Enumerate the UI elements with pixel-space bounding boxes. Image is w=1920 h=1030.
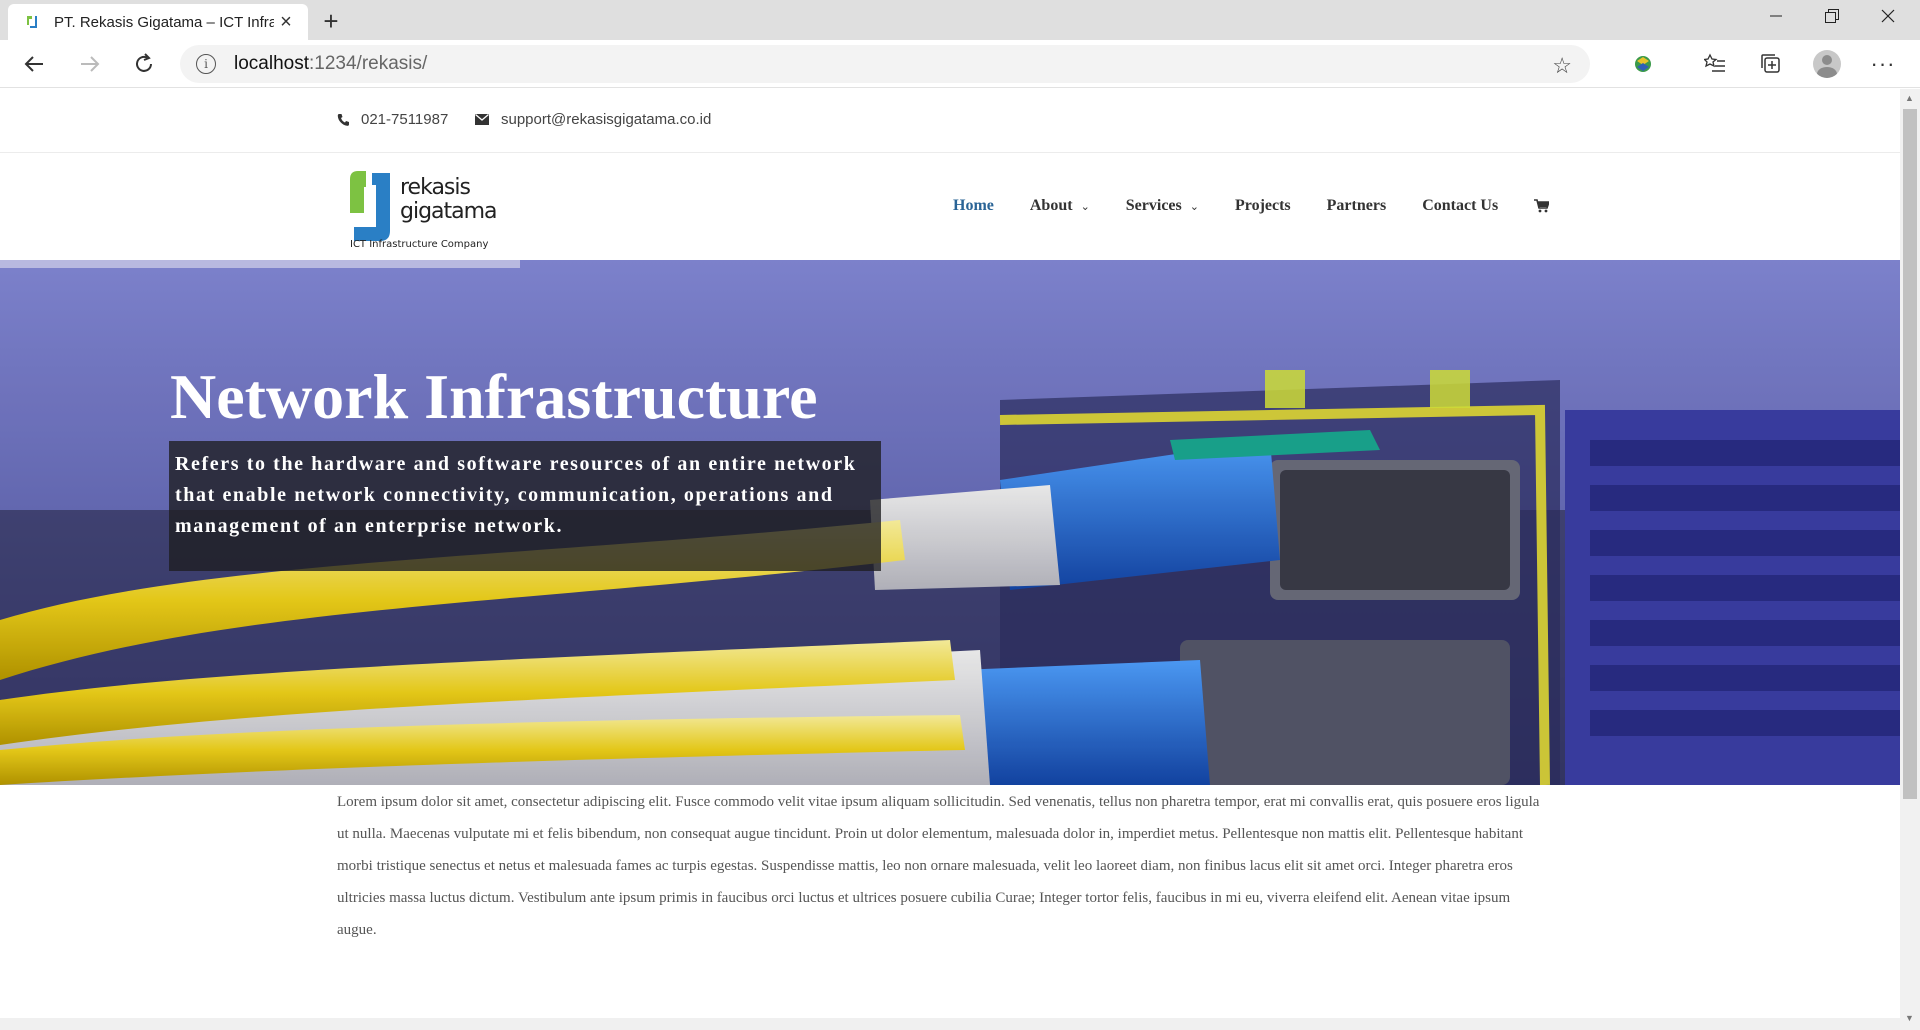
- content-paragraph: Lorem ipsum dolor sit amet, consectetur …: [337, 794, 1540, 938]
- nav-label: Home: [953, 197, 994, 214]
- chevron-down-icon: ⌄: [1080, 199, 1090, 213]
- hero-caption-box: Refers to the hardware and software reso…: [169, 441, 881, 571]
- phone-number: 021-7511987: [361, 111, 449, 128]
- reload-icon[interactable]: [126, 46, 162, 82]
- envelope-icon: [475, 114, 489, 125]
- logo-mark-icon: [350, 171, 390, 241]
- nav-item-partners[interactable]: Partners: [1327, 197, 1387, 215]
- tab-close-icon[interactable]: ×: [274, 10, 298, 34]
- email-address: support@rekasisgigatama.co.id: [501, 111, 712, 128]
- logo-line2: gigatama: [400, 199, 498, 224]
- hero-title: Network Infrastructure: [170, 361, 818, 432]
- minimize-window-icon[interactable]: [1748, 0, 1804, 32]
- page-scrollbar[interactable]: ▲ ▼: [1900, 89, 1920, 1030]
- nav-label: Services: [1125, 197, 1182, 214]
- logo-line1: rekasis: [400, 175, 471, 200]
- profile-avatar-icon[interactable]: [1810, 47, 1844, 81]
- cart-icon[interactable]: [1534, 199, 1550, 213]
- nav-label: Partners: [1326, 197, 1387, 214]
- url-path: :1234/rekasis/: [309, 53, 428, 74]
- back-arrow-icon[interactable]: [16, 46, 52, 82]
- email-contact[interactable]: support@rekasisgigatama.co.id: [475, 111, 711, 128]
- nav-item-home[interactable]: Home: [953, 197, 994, 215]
- browser-toolbar: i localhost:1234/rekasis/ ☆ ···: [0, 40, 1920, 88]
- favorites-list-icon[interactable]: [1698, 47, 1732, 81]
- scrollbar-thumb[interactable]: [1903, 109, 1917, 799]
- nav-label: Contact Us: [1422, 197, 1499, 214]
- close-window-icon[interactable]: [1860, 0, 1916, 32]
- nav-item-projects[interactable]: Projects: [1235, 197, 1291, 215]
- url-host: localhost: [234, 53, 309, 74]
- more-menu-icon[interactable]: ···: [1866, 47, 1900, 81]
- new-tab-button[interactable]: +: [316, 6, 346, 36]
- extension-icon[interactable]: [1626, 47, 1660, 81]
- main-navigation: Home About ⌄ Services ⌄ Projects Partner…: [953, 197, 1550, 215]
- nav-item-about[interactable]: About ⌄: [1030, 197, 1090, 215]
- page-viewport: 021-7511987 support@rekasisgigatama.co.i…: [0, 89, 1900, 1030]
- nav-label: About: [1029, 197, 1073, 214]
- browser-tab-bar: PT. Rekasis Gigatama – ICT Infrastructur…: [0, 0, 1920, 40]
- nav-label: Projects: [1234, 197, 1291, 214]
- restore-window-icon[interactable]: [1804, 0, 1860, 32]
- phone-icon: [337, 114, 349, 126]
- tab-title: PT. Rekasis Gigatama – ICT Infrastructur…: [54, 13, 274, 31]
- site-favicon-icon: [27, 16, 37, 28]
- contact-bar: 021-7511987 support@rekasisgigatama.co.i…: [0, 89, 1900, 153]
- nav-item-services[interactable]: Services ⌄: [1126, 197, 1199, 215]
- scroll-down-arrow-icon[interactable]: ▼: [1905, 1013, 1914, 1023]
- chevron-down-icon: ⌄: [1189, 199, 1199, 213]
- phone-contact[interactable]: 021-7511987: [337, 111, 448, 128]
- slider-progress-bar: [0, 260, 520, 268]
- scroll-up-arrow-icon[interactable]: ▲: [1905, 93, 1914, 103]
- site-header: rekasis gigatama ICT Infrastructure Comp…: [0, 153, 1900, 260]
- browser-tab[interactable]: PT. Rekasis Gigatama – ICT Infrastructur…: [8, 4, 308, 40]
- hero-description: Refers to the hardware and software reso…: [175, 453, 857, 537]
- hero-banner: Network Infrastructure Refers to the har…: [0, 260, 1900, 785]
- nav-item-contact-us[interactable]: Contact Us: [1422, 197, 1498, 215]
- collections-icon[interactable]: [1754, 47, 1788, 81]
- forward-arrow-icon[interactable]: [72, 46, 108, 82]
- site-info-icon[interactable]: i: [196, 54, 216, 74]
- company-logo[interactable]: rekasis gigatama ICT Infrastructure Comp…: [344, 163, 504, 253]
- address-bar[interactable]: i localhost:1234/rekasis/ ☆: [180, 45, 1590, 83]
- footer-edge: [0, 1018, 1900, 1030]
- logo-tagline: ICT Infrastructure Company: [350, 239, 489, 250]
- favorite-star-icon[interactable]: ☆: [1552, 53, 1572, 79]
